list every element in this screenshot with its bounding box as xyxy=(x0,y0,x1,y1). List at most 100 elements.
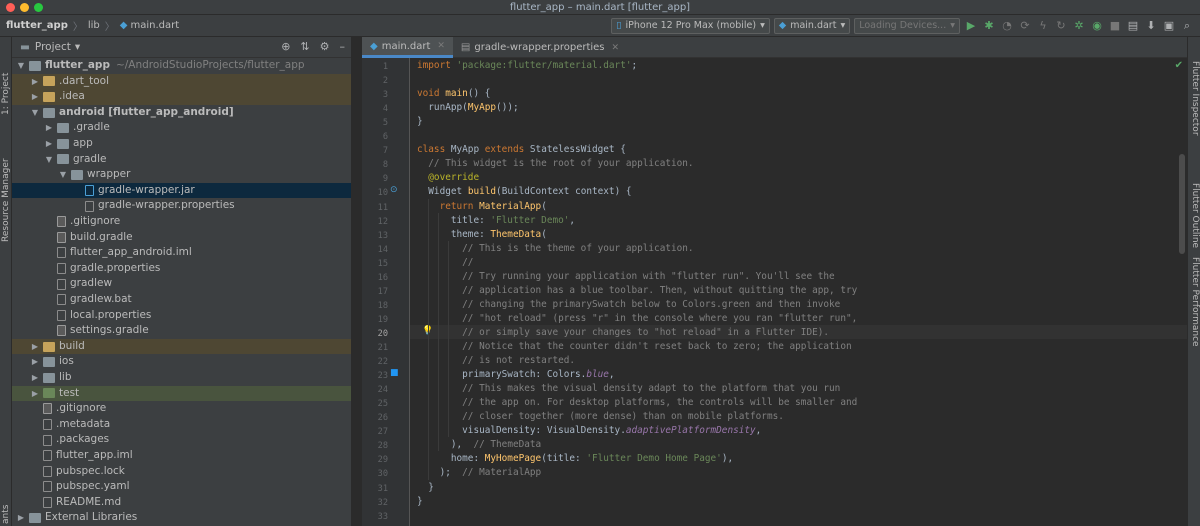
file-icon xyxy=(43,497,52,509)
tree-item[interactable]: gradlew xyxy=(12,276,351,292)
zoom-window-button[interactable] xyxy=(34,3,43,12)
flutter-outline-tool-tab[interactable]: Flutter Outline xyxy=(1190,183,1200,248)
hide-icon[interactable]: – xyxy=(340,40,346,53)
line-number-gutter[interactable]: 1 2 3 4 5 6 7 8 9 10 11 12 13 14 15 16 17 18 19 20 21 22 23 24 2… xyxy=(362,58,433,526)
tree-item[interactable]: ▶ .dart_tool xyxy=(12,73,351,90)
tree-item[interactable]: ▼ wrapper xyxy=(12,167,351,183)
breadcrumb-lib[interactable]: lib xyxy=(88,20,100,31)
gear-icon[interactable]: ⚙ xyxy=(320,40,330,53)
collapsed-arrow-icon[interactable]: ▶ xyxy=(30,370,40,386)
line-number: 27 xyxy=(377,427,388,438)
tree-item-label: flutter_app.iml xyxy=(56,449,133,461)
breadcrumb-project[interactable]: flutter_app xyxy=(6,20,68,31)
tree-item[interactable]: ▼ flutter_app ~/AndroidStudioProjects/flut… xyxy=(12,58,351,74)
debug-icon[interactable]: ✱ xyxy=(982,19,996,33)
tab-gradle-wrapper-properties[interactable]: ▤ gradle-wrapper.properties ✕ xyxy=(453,37,627,58)
run-config-selector[interactable]: ◆ main.dart ▾ xyxy=(773,18,851,34)
breadcrumb-file[interactable]: main.dart xyxy=(130,20,179,31)
tree-item[interactable]: README.md xyxy=(12,495,351,511)
tree-item[interactable]: .gitignore xyxy=(12,214,351,230)
resource-manager-tool-tab[interactable]: Resource Manager xyxy=(1,158,11,242)
line-number: 29 xyxy=(377,455,388,466)
color-swatch-icon[interactable]: ■ xyxy=(390,368,399,378)
collapsed-arrow-icon[interactable]: ▶ xyxy=(30,74,40,90)
tree-item[interactable]: .metadata xyxy=(12,417,351,433)
tab-main-dart[interactable]: ◆ main.dart ✕ xyxy=(362,37,453,58)
project-tool-tab[interactable]: 1: Project xyxy=(1,73,11,115)
minimize-window-button[interactable] xyxy=(20,3,29,12)
tree-item[interactable]: build.gradle xyxy=(12,230,351,246)
override-marker-icon[interactable]: ⊙ xyxy=(390,185,398,195)
tree-item[interactable]: ▶ build xyxy=(12,338,351,355)
tree-item[interactable]: pubspec.lock xyxy=(12,464,351,480)
line-number: 20 xyxy=(377,328,388,339)
tree-item[interactable]: ▶ lib xyxy=(12,370,351,386)
collapse-all-icon[interactable]: ⇅ xyxy=(300,40,309,53)
expanded-arrow-icon[interactable]: ▼ xyxy=(16,58,26,74)
collapsed-arrow-icon[interactable]: ▶ xyxy=(30,386,40,402)
tree-item[interactable]: flutter_app.iml xyxy=(12,448,351,464)
tree-item-label: build.gradle xyxy=(70,230,133,243)
hot-restart-icon[interactable]: ↻ xyxy=(1054,19,1068,33)
project-structure-icon[interactable]: ▤ xyxy=(1126,19,1140,33)
editor-scrollbar[interactable] xyxy=(1179,154,1185,254)
structure-tool-tab[interactable]: ants xyxy=(1,505,11,524)
collapsed-arrow-icon[interactable]: ▶ xyxy=(30,354,40,370)
tree-item[interactable]: ▶ .gradle xyxy=(12,120,351,136)
tree-item[interactable]: ▶ test xyxy=(12,385,351,402)
expanded-arrow-icon[interactable]: ▼ xyxy=(44,152,54,168)
tree-item[interactable]: gradle.properties xyxy=(12,261,351,277)
collapsed-arrow-icon[interactable]: ▶ xyxy=(16,510,26,526)
tree-item[interactable]: ▼ android [flutter_app_android] xyxy=(12,105,351,121)
tree-item[interactable]: settings.gradle xyxy=(12,323,351,339)
code-editor[interactable]: 1 2 3 4 5 6 7 8 9 10 11 12 13 14 15 16 17 18 19 20 21 22 23 24 2… xyxy=(362,58,1187,526)
profile-icon[interactable]: ◔ xyxy=(1000,19,1014,33)
locate-icon[interactable]: ⊕ xyxy=(281,40,290,53)
project-view-selector[interactable]: Project xyxy=(35,41,71,53)
close-icon[interactable]: ✕ xyxy=(437,41,445,51)
collapsed-arrow-icon[interactable]: ▶ xyxy=(44,136,54,152)
tree-item-label: README.md xyxy=(56,495,122,508)
line-number: 23 xyxy=(377,371,388,382)
search-icon[interactable]: ⌕ xyxy=(1180,19,1194,33)
collapsed-arrow-icon[interactable]: ▶ xyxy=(44,120,54,136)
attach-icon[interactable]: ⟳ xyxy=(1018,19,1032,33)
chevron-down-icon[interactable]: ▾ xyxy=(75,41,80,53)
devices-status-combo[interactable]: Loading Devices... ▾ xyxy=(854,18,960,34)
expanded-arrow-icon[interactable]: ▼ xyxy=(58,167,68,183)
close-window-button[interactable] xyxy=(6,3,15,12)
tree-item[interactable]: ▶ External Libraries xyxy=(12,510,351,526)
collapsed-arrow-icon[interactable]: ▶ xyxy=(30,89,40,105)
stop-icon[interactable]: ■ xyxy=(1108,19,1122,33)
collapsed-arrow-icon[interactable]: ▶ xyxy=(30,339,40,355)
expanded-arrow-icon[interactable]: ▼ xyxy=(30,105,40,121)
tree-item[interactable]: flutter_app_android.iml xyxy=(12,245,351,261)
close-icon[interactable]: ✕ xyxy=(612,43,620,53)
tree-item[interactable]: ▶ app xyxy=(12,136,351,152)
file-icon xyxy=(57,278,66,290)
line-number: 12 xyxy=(377,216,388,227)
tree-item[interactable]: .gitignore xyxy=(12,401,351,417)
code-line: // or simply save your changes to "hot r… xyxy=(417,326,830,338)
tree-item[interactable]: gradle-wrapper.properties xyxy=(12,198,351,214)
tree-item-label: .metadata xyxy=(56,417,111,430)
device-selector[interactable]: ▯ iPhone 12 Pro Max (mobile) ▾ xyxy=(611,18,770,34)
tree-item[interactable]: local.properties xyxy=(12,308,351,324)
tree-item[interactable]: ▶ ios xyxy=(12,354,351,370)
tree-item[interactable]: gradlew.bat xyxy=(12,292,351,308)
file-icon xyxy=(57,309,66,321)
attach-debugger-icon[interactable]: ✲ xyxy=(1072,19,1086,33)
avd-manager-icon[interactable]: ▣ xyxy=(1162,19,1176,33)
sdk-manager-icon[interactable]: ⬇ xyxy=(1144,19,1158,33)
tree-item[interactable]: pubspec.yaml xyxy=(12,479,351,495)
code-line: // changing the primarySwatch below to C… xyxy=(417,298,841,310)
coverage-icon[interactable]: ◉ xyxy=(1090,19,1104,33)
tree-item[interactable]: ▶ .idea xyxy=(12,89,351,105)
flutter-inspector-tool-tab[interactable]: Flutter Inspector xyxy=(1190,61,1200,136)
run-icon[interactable]: ▶ xyxy=(964,19,978,33)
flutter-performance-tool-tab[interactable]: Flutter Performance xyxy=(1190,257,1200,347)
hot-reload-icon[interactable]: ϟ xyxy=(1036,19,1050,33)
tree-item[interactable]: ▼ gradle xyxy=(12,152,351,168)
tree-item[interactable]: .packages xyxy=(12,432,351,448)
tree-item[interactable]: gradle-wrapper.jar xyxy=(12,182,351,199)
